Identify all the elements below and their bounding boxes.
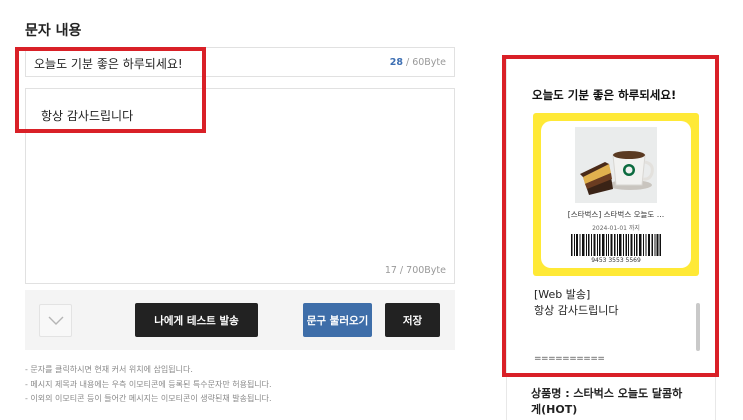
expand-toggle-button[interactable] bbox=[39, 304, 72, 337]
body-byte-count: 17 bbox=[384, 265, 397, 276]
subject-byte-counter: 28 / 60Byte bbox=[390, 57, 446, 68]
preview-product-line: 상품명 : 스타벅스 오늘도 달콤하 게(HOT) bbox=[531, 386, 682, 418]
note-item: - 문자를 클릭하시면 현재 커서 위치에 삽입됩니다. bbox=[25, 365, 193, 374]
highlight-box-input bbox=[15, 47, 206, 133]
notes-list: - 문자를 클릭하시면 현재 커서 위치에 삽입됩니다. - 메시지 제목과 내… bbox=[25, 363, 272, 407]
chevron-down-icon bbox=[48, 316, 64, 325]
note-item: - 메시지 제목과 내용에는 우측 이모티콘에 등록된 특수문자만 허용됩니다. bbox=[25, 379, 272, 389]
body-byte-counter: 17 / 700Byte bbox=[385, 265, 446, 276]
test-send-button[interactable]: 나에게 테스트 발송 bbox=[135, 303, 258, 337]
body-byte-limit: / 700Byte bbox=[396, 265, 446, 276]
preview-product-line-2: 게(HOT) bbox=[531, 403, 578, 416]
subject-byte-count: 28 bbox=[389, 57, 403, 68]
section-title: 문자 내용 bbox=[25, 23, 82, 39]
subject-byte-limit: / 60Byte bbox=[402, 57, 446, 68]
action-bar: 나에게 테스트 발송 문구 불러오기 저장 bbox=[25, 290, 455, 350]
note-item: - 이외의 이모티콘 등이 들어간 메시지는 이모티콘이 생략된채 발송됩니다. bbox=[25, 394, 272, 403]
load-phrase-button[interactable]: 문구 불러오기 bbox=[303, 303, 372, 337]
save-button[interactable]: 저장 bbox=[385, 303, 440, 337]
preview-product-line-1: 상품명 : 스타벅스 오늘도 달콤하 bbox=[531, 387, 683, 400]
highlight-box-preview bbox=[502, 55, 719, 377]
